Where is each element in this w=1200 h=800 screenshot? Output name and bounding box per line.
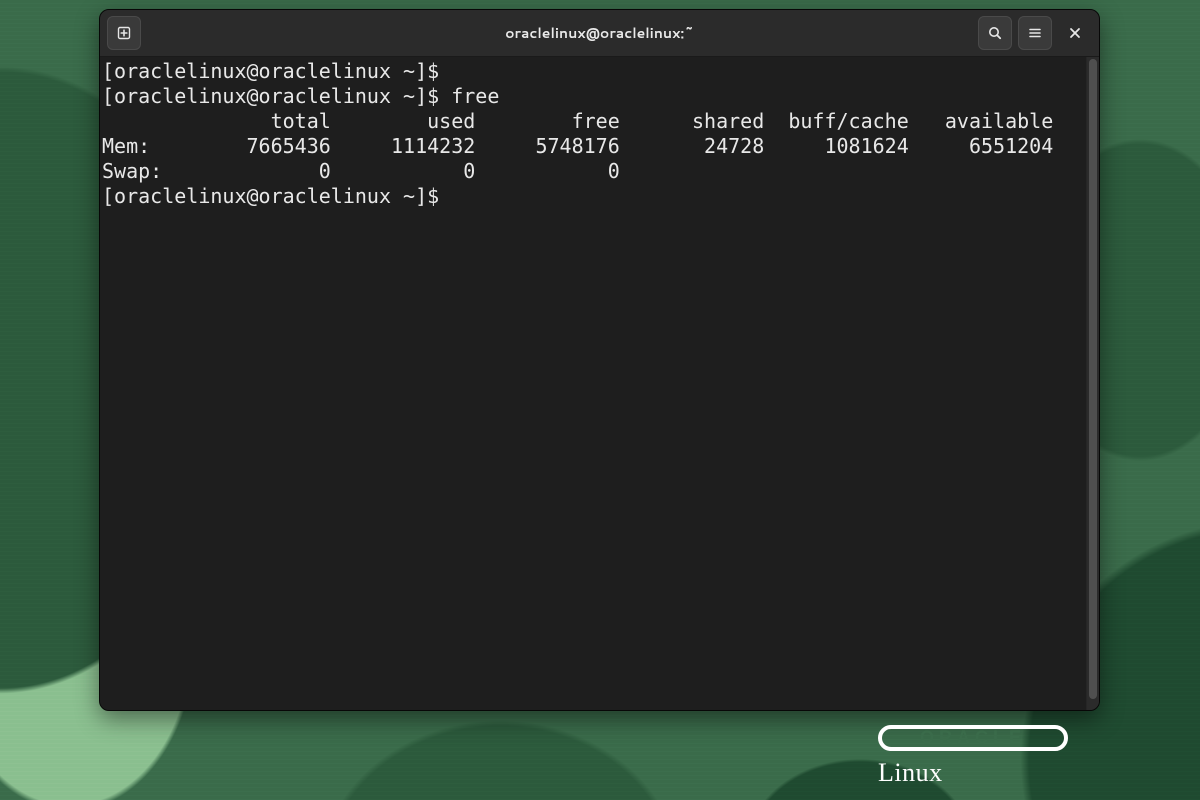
titlebar[interactable]: oraclelinux@oraclelinux:~ xyxy=(100,10,1099,57)
new-tab-button[interactable] xyxy=(107,16,141,50)
search-button[interactable] xyxy=(978,16,1012,50)
hamburger-icon xyxy=(1027,25,1043,41)
window-title: oraclelinux@oraclelinux:~ xyxy=(100,23,1099,43)
hamburger-menu-button[interactable] xyxy=(1018,16,1052,50)
scrollbar-thumb[interactable] xyxy=(1089,59,1097,699)
terminal-window: oraclelinux@oraclelinux:~ [oraclelinux@o… xyxy=(99,9,1100,711)
scrollbar[interactable] xyxy=(1086,57,1099,710)
oracle-logo: ORACLE xyxy=(878,724,1068,752)
terminal-body[interactable]: [oraclelinux@oraclelinux ~]$ [oraclelinu… xyxy=(100,57,1099,710)
search-icon xyxy=(987,25,1003,41)
oracle-linux-text: Linux xyxy=(878,758,1068,788)
new-tab-icon xyxy=(116,25,132,41)
terminal-output[interactable]: [oraclelinux@oraclelinux ~]$ [oraclelinu… xyxy=(100,57,1086,710)
oracle-linux-watermark: ORACLE Linux xyxy=(878,724,1068,788)
svg-text:ORACLE: ORACLE xyxy=(920,728,1026,748)
close-icon xyxy=(1068,26,1082,40)
close-button[interactable] xyxy=(1058,16,1092,50)
